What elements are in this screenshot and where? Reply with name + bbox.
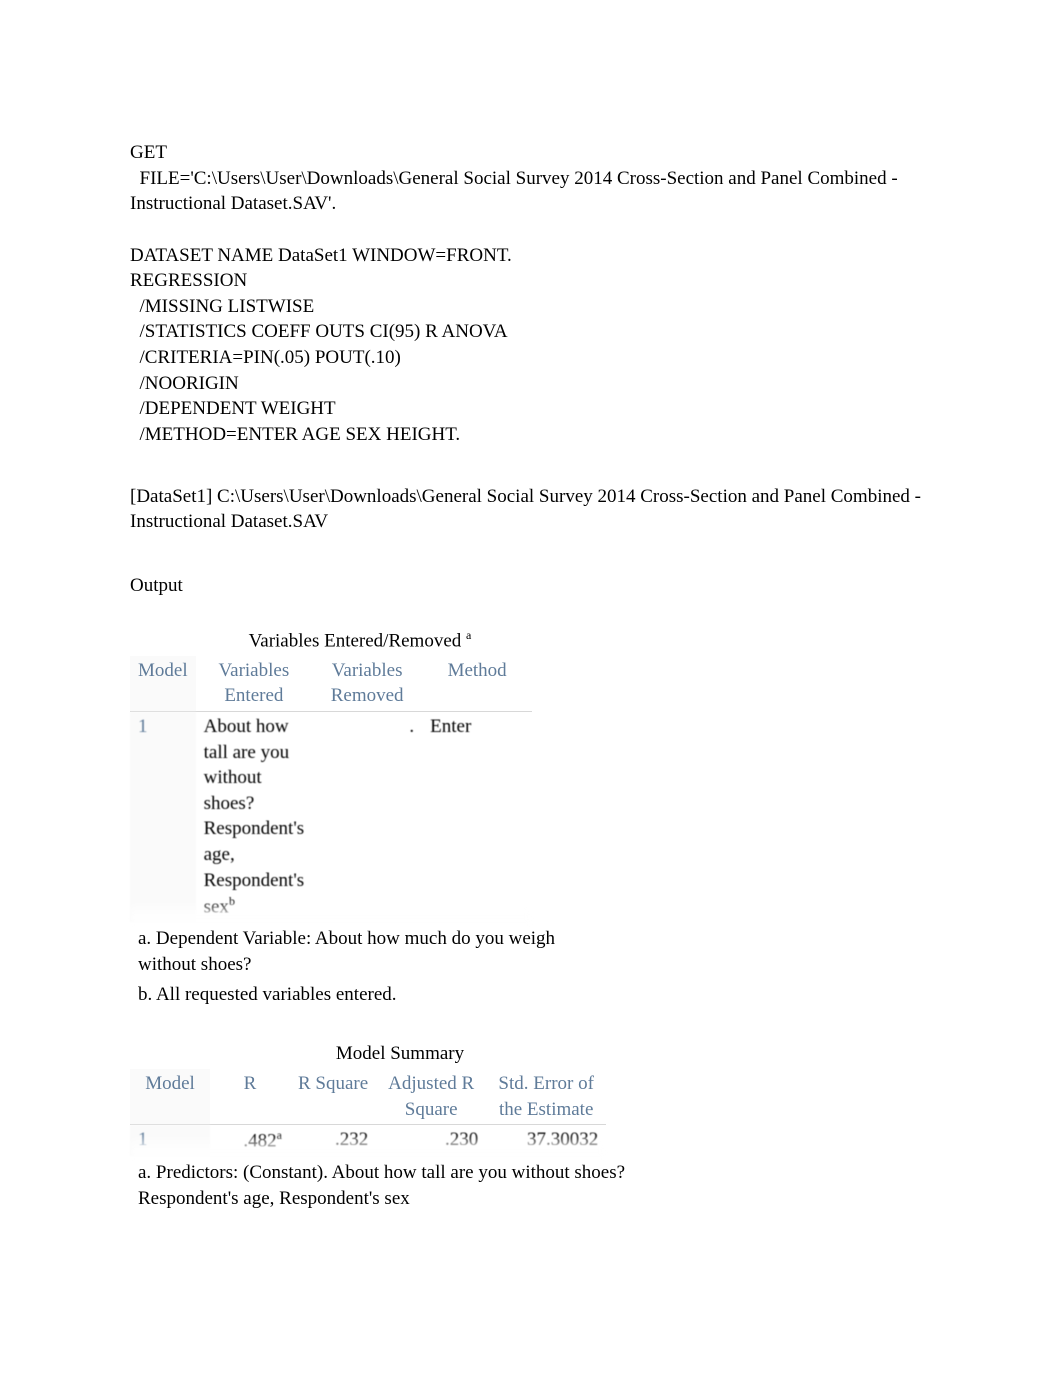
col-model: Model (130, 1069, 210, 1125)
table-title: Model Summary (130, 1041, 670, 1067)
cell-r-sup: a (277, 1128, 282, 1142)
cell-rsq: .232 (290, 1125, 376, 1156)
table-row: 1 .482a .232 .230 37.30032 (130, 1125, 606, 1156)
syntax-block: GET FILE='C:\Users\User\Downloads\Genera… (130, 140, 932, 448)
footnote-a: a. Dependent Variable: About how much do… (138, 926, 590, 977)
variables-entered-table: Model Variables Entered Variables Remove… (130, 656, 532, 923)
col-entered: Variables Entered (196, 656, 313, 712)
col-adjrsq: Adjusted R Square (376, 1069, 486, 1125)
col-removed: Variables Removed (312, 656, 422, 712)
col-r: R (210, 1069, 290, 1125)
col-method: Method (422, 656, 532, 712)
table-row: 1 About how tall are you without shoes? … (130, 711, 532, 922)
cell-entered: About how tall are you without shoes? Re… (196, 711, 313, 922)
cell-entered-text: About how tall are you without shoes? Re… (204, 716, 305, 918)
table-title-text: Variables Entered/Removed (249, 630, 462, 651)
cell-adjrsq: .230 (376, 1125, 486, 1156)
model-summary-table-wrap: Model Summary Model R R Square Adjusted … (130, 1041, 670, 1211)
table-title-sup: a (466, 628, 471, 642)
col-stderr: Std. Error of the Estimate (486, 1069, 606, 1125)
footnote-b: b. All requested variables entered. (138, 982, 590, 1008)
cell-method: Enter (422, 711, 532, 922)
dataset-line: [DataSet1] C:\Users\User\Downloads\Gener… (130, 484, 932, 535)
output-heading: Output (130, 573, 932, 599)
cell-r: .482a (210, 1125, 290, 1156)
cell-model: 1 (130, 1125, 210, 1156)
table-title: Variables Entered/Removed a (130, 627, 590, 654)
cell-model: 1 (130, 711, 196, 922)
page: GET FILE='C:\Users\User\Downloads\Genera… (0, 0, 1062, 1377)
variables-entered-table-wrap: Variables Entered/Removed a Model Variab… (130, 627, 590, 1008)
cell-r-val: .482 (243, 1130, 276, 1151)
cell-removed: . (312, 711, 422, 922)
cell-stderr: 37.30032 (486, 1125, 606, 1156)
cell-entered-sup: b (229, 894, 235, 908)
col-rsq: R Square (290, 1069, 376, 1125)
model-summary-table: Model R R Square Adjusted R Square Std. … (130, 1069, 606, 1156)
footnote-a: a. Predictors: (Constant). About how tal… (138, 1160, 658, 1211)
col-model: Model (130, 656, 196, 712)
